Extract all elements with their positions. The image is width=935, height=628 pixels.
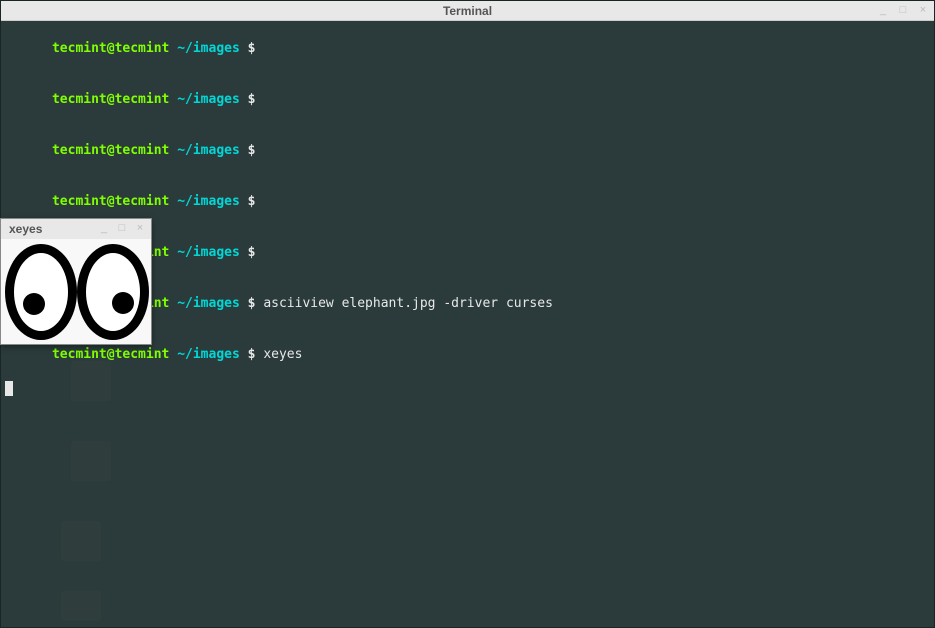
close-button[interactable]: × <box>916 3 930 17</box>
prompt-path: ~/images <box>177 296 240 311</box>
minimize-button[interactable]: _ <box>876 3 890 17</box>
xeyes-title: xeyes <box>9 222 42 236</box>
right-pupil <box>112 292 134 314</box>
minimize-button[interactable]: _ <box>97 221 111 235</box>
close-button[interactable]: × <box>133 221 147 235</box>
prompt-line: tecmint@tecmint ~/images $ <box>5 74 930 125</box>
prompt-user: tecmint@tecmint <box>52 194 169 209</box>
maximize-button[interactable]: □ <box>115 221 129 235</box>
command-text: xeyes <box>263 347 302 362</box>
terminal-title: Terminal <box>443 4 492 18</box>
ghost-desktop-icon <box>31 441 151 485</box>
prompt-path: ~/images <box>177 347 240 362</box>
prompt-user: tecmint@tecmint <box>52 143 169 158</box>
prompt-user: tecmint@tecmint <box>52 347 169 362</box>
cursor-line <box>5 380 930 397</box>
prompt-path: ~/images <box>177 143 240 158</box>
prompt-user: tecmint@tecmint <box>52 41 169 56</box>
cursor-block <box>5 381 13 396</box>
ghost-desktop-icon <box>61 591 101 625</box>
prompt-line: tecmint@tecmint ~/images $ <box>5 125 930 176</box>
prompt-user: tecmint@tecmint <box>52 92 169 107</box>
xeyes-titlebar[interactable]: xeyes _ □ × <box>1 219 151 239</box>
prompt-path: ~/images <box>177 245 240 260</box>
xeyes-window[interactable]: xeyes _ □ × <box>0 218 152 345</box>
ghost-desktop-icon <box>61 521 101 565</box>
maximize-button[interactable]: □ <box>896 3 910 17</box>
xeyes-window-controls: _ □ × <box>97 221 147 235</box>
terminal-titlebar[interactable]: Terminal _ □ × <box>1 1 934 21</box>
eyes-icon <box>1 239 153 344</box>
prompt-path: ~/images <box>177 41 240 56</box>
xeyes-body <box>1 239 151 344</box>
command-text: asciiview elephant.jpg -driver curses <box>263 296 553 311</box>
prompt-path: ~/images <box>177 194 240 209</box>
left-pupil <box>23 293 45 315</box>
prompt-line: tecmint@tecmint ~/images $ <box>5 23 930 74</box>
terminal-window-controls: _ □ × <box>876 3 930 17</box>
prompt-path: ~/images <box>177 92 240 107</box>
